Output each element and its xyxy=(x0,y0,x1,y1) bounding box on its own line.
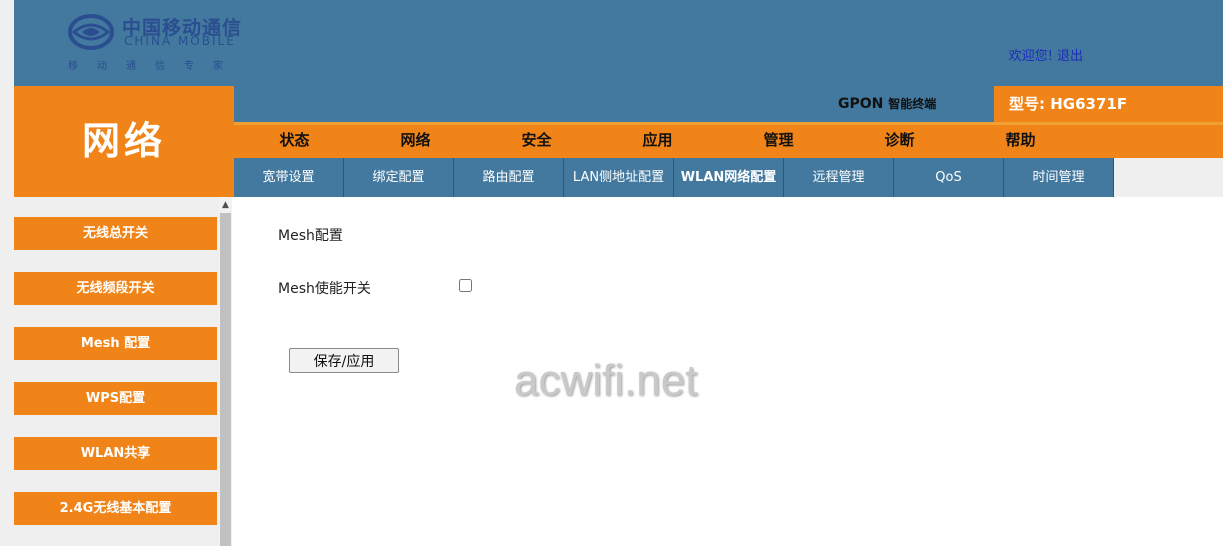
china-mobile-logo: 中国移动通信 CHINA MOBILE 移动通信专家 xyxy=(68,13,268,73)
sub-nav-broadband[interactable]: 宽带设置 xyxy=(234,158,344,197)
sub-nav-qos[interactable]: QoS xyxy=(894,158,1004,197)
sub-nav-wlan[interactable]: WLAN网络配置 xyxy=(674,158,784,197)
sidebar-item-24g-basic[interactable]: 2.4G无线基本配置 xyxy=(14,492,217,525)
sub-nav-remote-management[interactable]: 远程管理 xyxy=(784,158,894,197)
sub-nav-routing[interactable]: 路由配置 xyxy=(454,158,564,197)
china-mobile-logo-icon xyxy=(68,14,114,50)
terminal-label: 智能终端 xyxy=(888,97,937,111)
model-label: 型号: HG6371F xyxy=(994,86,1223,122)
sub-nav: 宽带设置 绑定配置 路由配置 LAN侧地址配置 WLAN网络配置 远程管理 Qo… xyxy=(234,158,1223,197)
main-nav-network[interactable]: 网络 xyxy=(355,125,476,158)
sub-nav-lan-address[interactable]: LAN侧地址配置 xyxy=(564,158,674,197)
sidebar: 无线总开关 无线频段开关 Mesh 配置 WPS配置 WLAN共享 2.4G无线… xyxy=(14,197,219,546)
logo-english-name: CHINA MOBILE xyxy=(124,34,236,48)
sidebar-item-mesh[interactable]: Mesh 配置 xyxy=(14,327,217,360)
gpon-label: GPON xyxy=(838,96,884,112)
mesh-enable-checkbox[interactable] xyxy=(459,279,472,292)
sub-nav-time[interactable]: 时间管理 xyxy=(1004,158,1114,197)
device-info-band: GPON 智能终端 型号: HG6371F xyxy=(234,86,1223,122)
main-nav-management[interactable]: 管理 xyxy=(718,125,839,158)
left-frame-edge xyxy=(0,0,14,546)
logout-link[interactable]: 退出 xyxy=(1057,49,1083,64)
sub-nav-binding[interactable]: 绑定配置 xyxy=(344,158,454,197)
section-title: 网络 xyxy=(14,86,234,197)
device-type-label: GPON 智能终端 xyxy=(838,95,936,112)
header-banner: 中国移动通信 CHINA MOBILE 移动通信专家 欢迎您! 退出 xyxy=(14,0,1223,86)
welcome-text: 欢迎您! xyxy=(1008,49,1053,64)
sidebar-scrollbar[interactable]: ▲ xyxy=(219,197,232,546)
sidebar-item-wireless-switch[interactable]: 无线总开关 xyxy=(14,217,217,250)
page-title: Mesh配置 xyxy=(278,228,343,244)
main-nav-status[interactable]: 状态 xyxy=(234,125,355,158)
scroll-thumb[interactable] xyxy=(220,213,231,546)
main-nav-security[interactable]: 安全 xyxy=(476,125,597,158)
sidebar-item-wps[interactable]: WPS配置 xyxy=(14,382,217,415)
scroll-up-arrow-icon[interactable]: ▲ xyxy=(219,197,232,212)
save-apply-button[interactable]: 保存/应用 xyxy=(289,348,399,373)
content-panel: Mesh配置 Mesh使能开关 保存/应用 acwifi.net xyxy=(233,197,1223,546)
sidebar-item-wlan-share[interactable]: WLAN共享 xyxy=(14,437,217,470)
watermark-text: acwifi.net xyxy=(514,356,698,405)
main-nav-application[interactable]: 应用 xyxy=(597,125,718,158)
welcome-area: 欢迎您! 退出 xyxy=(1009,45,1083,64)
main-nav-help[interactable]: 帮助 xyxy=(960,125,1081,158)
main-nav-diagnosis[interactable]: 诊断 xyxy=(839,125,960,158)
sidebar-item-band-switch[interactable]: 无线频段开关 xyxy=(14,272,217,305)
mesh-enable-label: Mesh使能开关 xyxy=(278,281,371,297)
main-nav: 状态 网络 安全 应用 管理 诊断 帮助 xyxy=(234,125,1223,158)
logo-slogan: 移动通信专家 xyxy=(68,61,242,72)
